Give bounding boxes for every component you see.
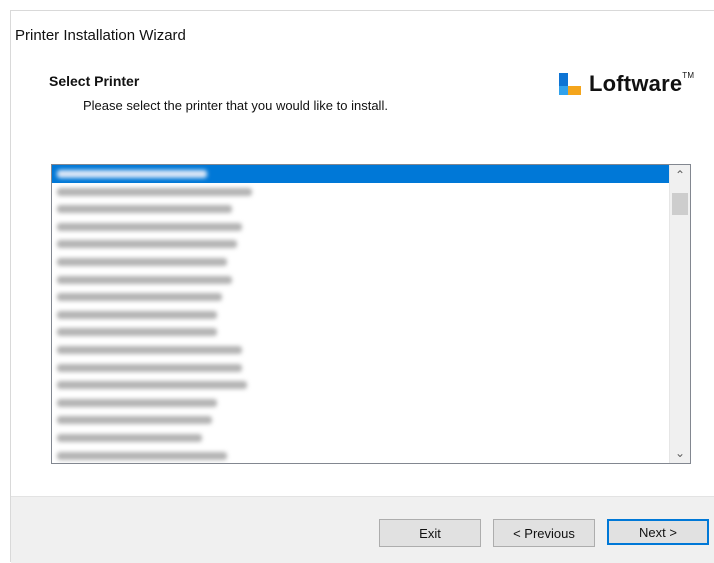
obscured-printer-name [57,257,227,266]
scroll-down-icon[interactable]: ⌄ [670,443,690,463]
printer-list-item[interactable] [52,376,669,394]
printer-list-item[interactable] [52,394,669,412]
printer-list-item[interactable] [52,359,669,377]
obscured-printer-name [57,433,202,442]
obscured-printer-name [57,170,207,178]
obscured-printer-name [57,240,237,249]
printer-list-item[interactable] [52,218,669,236]
obscured-printer-name [57,416,212,425]
obscured-printer-name [57,363,242,372]
printer-list-item[interactable] [52,429,669,447]
logo-text: Loftware [589,71,683,96]
printer-list-item[interactable] [52,235,669,253]
printer-list-item[interactable] [52,323,669,341]
window-title: Printer Installation Wizard [15,27,186,44]
scroll-up-icon[interactable]: ⌃ [670,165,690,185]
obscured-printer-name [57,293,222,302]
wizard-window: Printer Installation Wizard Select Print… [10,10,714,563]
vertical-scrollbar[interactable]: ⌃ ⌄ [669,165,690,463]
printer-list-item[interactable] [52,447,669,464]
page-subheading: Please select the printer that you would… [83,98,388,113]
printer-listbox[interactable]: ⌃ ⌄ [51,164,691,464]
logo-trademark: TM [682,71,695,80]
printer-list-item[interactable] [52,411,669,429]
obscured-printer-name [57,328,217,337]
next-button[interactable]: Next > [607,519,709,545]
page-heading: Select Printer [49,73,140,89]
printer-list-item[interactable] [52,306,669,324]
obscured-printer-name [57,451,227,460]
scroll-thumb[interactable] [672,193,688,215]
obscured-printer-name [57,398,217,407]
obscured-printer-name [57,381,247,390]
printer-list [52,165,669,464]
loftware-logo: LoftwareTM [559,69,694,99]
obscured-printer-name [57,222,242,231]
printer-list-item[interactable] [52,165,669,183]
exit-button[interactable]: Exit [379,519,481,547]
obscured-printer-name [57,205,232,214]
printer-list-item[interactable] [52,271,669,289]
loftware-logo-icon [559,73,581,95]
previous-button[interactable]: < Previous [493,519,595,547]
printer-list-item[interactable] [52,288,669,306]
obscured-printer-name [57,310,217,319]
obscured-printer-name [57,345,242,354]
printer-list-item[interactable] [52,341,669,359]
printer-list-item[interactable] [52,183,669,201]
printer-list-item[interactable] [52,253,669,271]
obscured-printer-name [57,275,232,284]
obscured-printer-name [57,187,252,196]
printer-list-item[interactable] [52,200,669,218]
